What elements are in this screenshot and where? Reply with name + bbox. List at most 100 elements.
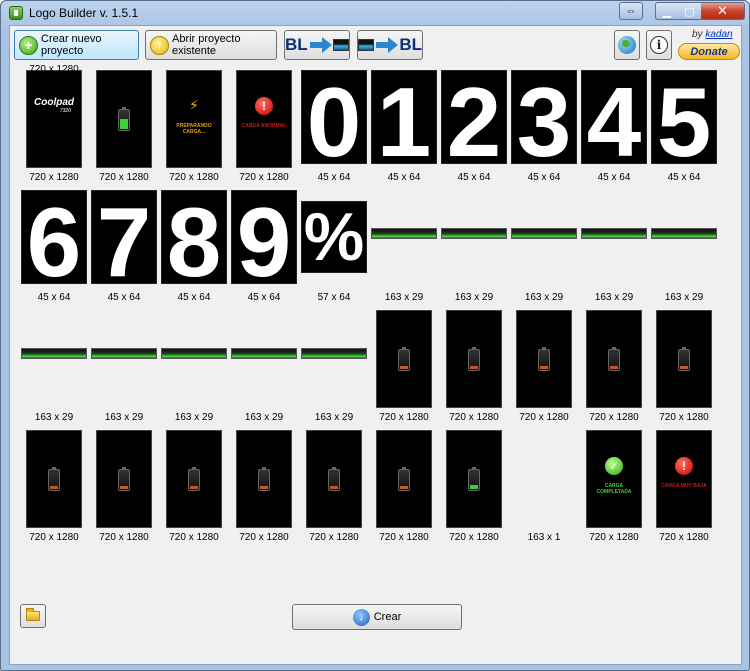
screen-image <box>96 430 152 528</box>
folder-icon <box>26 608 40 621</box>
image-slot[interactable]: 0 45 x 64 <box>299 64 369 184</box>
coolpad-model: 7320 <box>59 108 71 114</box>
image-slot[interactable]: 720 x 1280 <box>159 424 229 544</box>
author-credit: by kadan <box>692 29 733 40</box>
image-slot[interactable]: 4 45 x 64 <box>579 64 649 184</box>
image-slot[interactable]: 720 x 1280 <box>229 424 299 544</box>
image-slot[interactable]: 163 x 29 <box>89 304 159 424</box>
progress-bar-image <box>231 348 297 359</box>
image-slot[interactable]: ⚡ PREPARANDO CARGA... 720 x 1280 <box>159 64 229 184</box>
open-project-button[interactable]: ↑ Abrir proyecto existente <box>145 30 277 60</box>
digit-glyph: 7 <box>96 190 152 284</box>
main-panel: + Crear nuevo proyecto ↑ Abrir proyecto … <box>9 25 742 665</box>
new-project-button[interactable]: + Crear nuevo proyecto <box>14 30 139 60</box>
image-slot[interactable]: 2 45 x 64 <box>439 64 509 184</box>
battery-level <box>120 119 128 129</box>
image-slot[interactable]: 720 x 1280 <box>369 304 439 424</box>
app-icon <box>9 6 23 20</box>
about-button[interactable]: i <box>646 30 672 60</box>
digit-image: 1 <box>371 70 437 164</box>
image-slot[interactable]: 163 x 29 <box>369 184 439 304</box>
right-arrow-icon <box>309 37 332 53</box>
author-link[interactable]: kadan <box>705 29 732 40</box>
image-slot[interactable]: Coolpad7320 720 x 1280 <box>19 64 89 184</box>
swap-window-button[interactable]: ⇔ <box>619 2 643 20</box>
image-slot[interactable]: ✓ CARGA COMPLETADA 720 x 1280 <box>579 424 649 544</box>
create-label: Crear <box>373 611 402 623</box>
image-slot[interactable]: 720 x 1280 <box>439 424 509 544</box>
digit-glyph: 1 <box>376 70 432 164</box>
image-slot[interactable]: 163 x 29 <box>579 184 649 304</box>
digit-glyph: 2 <box>446 70 502 164</box>
image-slot[interactable]: 8 45 x 64 <box>159 184 229 304</box>
checkmark-icon: ✓ <box>605 457 623 475</box>
maximize-button[interactable]: ▢ <box>678 2 702 20</box>
image-slot[interactable]: 720 x 1280 <box>299 424 369 544</box>
image-slot[interactable]: 1 45 x 64 <box>369 64 439 184</box>
image-grid: Coolpad7320720 x 1280720 x 1280⚡PREPARAN… <box>10 64 741 604</box>
image-slot[interactable]: 720 x 1280 <box>439 304 509 424</box>
lightning-icon: ⚡ <box>189 97 199 113</box>
image-slot[interactable]: 720 x 1280 <box>19 424 89 544</box>
image-slot[interactable]: 720 x 1280 <box>89 424 159 544</box>
screen-image <box>96 70 152 168</box>
close-icon: ✕ <box>717 3 728 18</box>
image-slot[interactable]: 163 x 29 <box>299 304 369 424</box>
create-button[interactable]: ↓ Crear <box>292 604 462 630</box>
new-project-label: Crear nuevo proyecto <box>41 33 102 57</box>
image-slot[interactable]: 163 x 29 <box>649 184 719 304</box>
image-slot[interactable]: 720 x 1280 <box>649 304 719 424</box>
digit-image: % <box>301 201 367 273</box>
screen-image: Coolpad7320 <box>26 70 82 168</box>
battery-level <box>470 485 478 489</box>
image-slot[interactable]: % 57 x 64 <box>299 184 369 304</box>
progress-bar-image <box>511 228 577 239</box>
donate-button[interactable]: Donate <box>678 43 740 60</box>
image-icon <box>358 39 375 51</box>
digit-image: 0 <box>301 70 367 164</box>
progress-bar-image <box>91 348 157 359</box>
image-slot[interactable]: 5 45 x 64 <box>649 64 719 184</box>
close-button[interactable]: ✕ <box>701 2 745 20</box>
globe-icon <box>618 36 636 54</box>
maximize-icon: ▢ <box>684 5 695 18</box>
progress-bar-image <box>441 228 507 239</box>
battery-level <box>470 366 478 369</box>
image-slot[interactable]: 3 45 x 64 <box>509 64 579 184</box>
right-arrow-icon <box>376 37 399 53</box>
image-slot[interactable]: 163 x 1 <box>509 424 579 544</box>
battery-icon <box>608 347 620 371</box>
image-to-bl-button[interactable]: BL <box>357 30 423 60</box>
screen-image <box>306 430 362 528</box>
digit-glyph: 5 <box>656 70 712 164</box>
image-slot[interactable]: 163 x 29 <box>159 304 229 424</box>
image-slot[interactable]: 163 x 29 <box>229 304 299 424</box>
image-slot[interactable]: 163 x 29 <box>439 184 509 304</box>
battery-icon <box>398 467 410 491</box>
battery-level <box>400 486 408 489</box>
image-slot[interactable]: 720 x 1280 <box>579 304 649 424</box>
digit-image: 3 <box>511 70 577 164</box>
image-size-label: 720 x 1280 <box>29 64 79 75</box>
image-slot[interactable]: 720 x 1280 <box>89 64 159 184</box>
minimize-button[interactable]: ▁ <box>655 2 679 20</box>
image-slot[interactable]: 163 x 29 <box>509 184 579 304</box>
image-slot[interactable]: 9 45 x 64 <box>229 184 299 304</box>
image-slot[interactable]: 163 x 29 <box>19 304 89 424</box>
image-slot[interactable]: 720 x 1280 <box>509 304 579 424</box>
image-slot[interactable]: 720 x 1280 <box>369 424 439 544</box>
open-folder-button[interactable] <box>20 604 46 628</box>
digit-image: 9 <box>231 190 297 284</box>
image-slot[interactable]: ! CARGA MUY BAJA 720 x 1280 <box>649 424 719 544</box>
battery-icon <box>468 347 480 371</box>
image-size-label: 720 x 1280 <box>659 412 709 423</box>
screen-image: ✓ CARGA COMPLETADA <box>586 430 642 528</box>
battery-level <box>400 366 408 369</box>
website-button[interactable] <box>614 30 640 60</box>
image-slot[interactable]: ! CARGA ANORMAL 720 x 1280 <box>229 64 299 184</box>
screen-image <box>376 310 432 408</box>
image-slot[interactable]: 7 45 x 64 <box>89 184 159 304</box>
screen-image <box>446 430 502 528</box>
bl-to-image-button[interactable]: BL <box>284 30 350 60</box>
image-slot[interactable]: 6 45 x 64 <box>19 184 89 304</box>
